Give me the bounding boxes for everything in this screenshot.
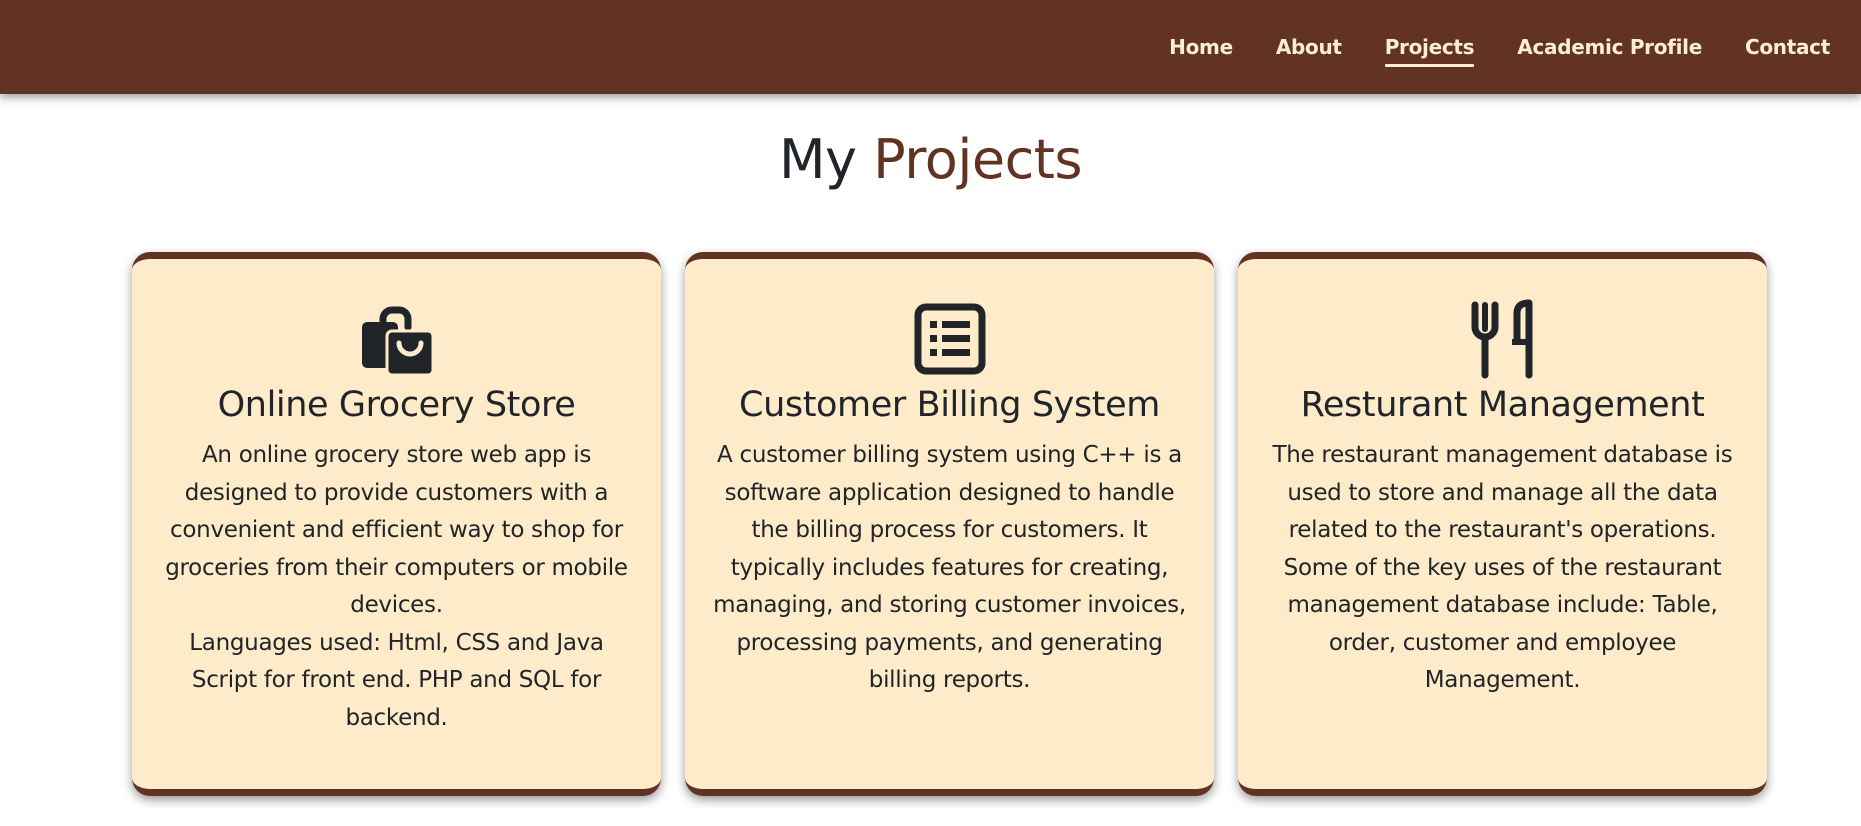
project-card-billing: Customer Billing System A customer billi… [685, 252, 1214, 796]
shopping-bag-icon [361, 306, 434, 377]
project-description: A customer billing system using C++ is a… [713, 442, 1186, 693]
project-title: Customer Billing System [739, 385, 1160, 425]
project-title: Resturant Management [1300, 385, 1705, 425]
list-icon [914, 303, 985, 375]
page-title-prefix: My [778, 128, 857, 191]
nav-link-academic-profile[interactable]: Academic Profile [1517, 35, 1702, 59]
navbar: Home About Projects Academic Profile Con… [0, 0, 1861, 94]
project-languages: Languages used: Html, CSS and Java Scrip… [189, 629, 604, 731]
project-title: Online Grocery Store [217, 385, 576, 425]
project-description: An online grocery store web app is desig… [165, 442, 628, 618]
project-description: The restaurant management database is us… [1272, 442, 1733, 693]
page-title: My Projects [0, 127, 1861, 193]
page-title-accent: Projects [873, 128, 1083, 191]
nav-link-contact[interactable]: Contact [1745, 35, 1830, 59]
nav-link-home[interactable]: Home [1169, 35, 1233, 59]
nav-link-about[interactable]: About [1276, 35, 1342, 59]
project-cards: Online Grocery Store An online grocery s… [132, 252, 1767, 796]
project-card-restaurant: Resturant Management The restaurant mana… [1238, 252, 1767, 796]
nav-links: Home About Projects Academic Profile Con… [1126, 0, 1830, 94]
project-card-grocery: Online Grocery Store An online grocery s… [132, 252, 661, 796]
fork-knife-icon [1471, 299, 1532, 379]
nav-link-projects[interactable]: Projects [1384, 35, 1475, 67]
